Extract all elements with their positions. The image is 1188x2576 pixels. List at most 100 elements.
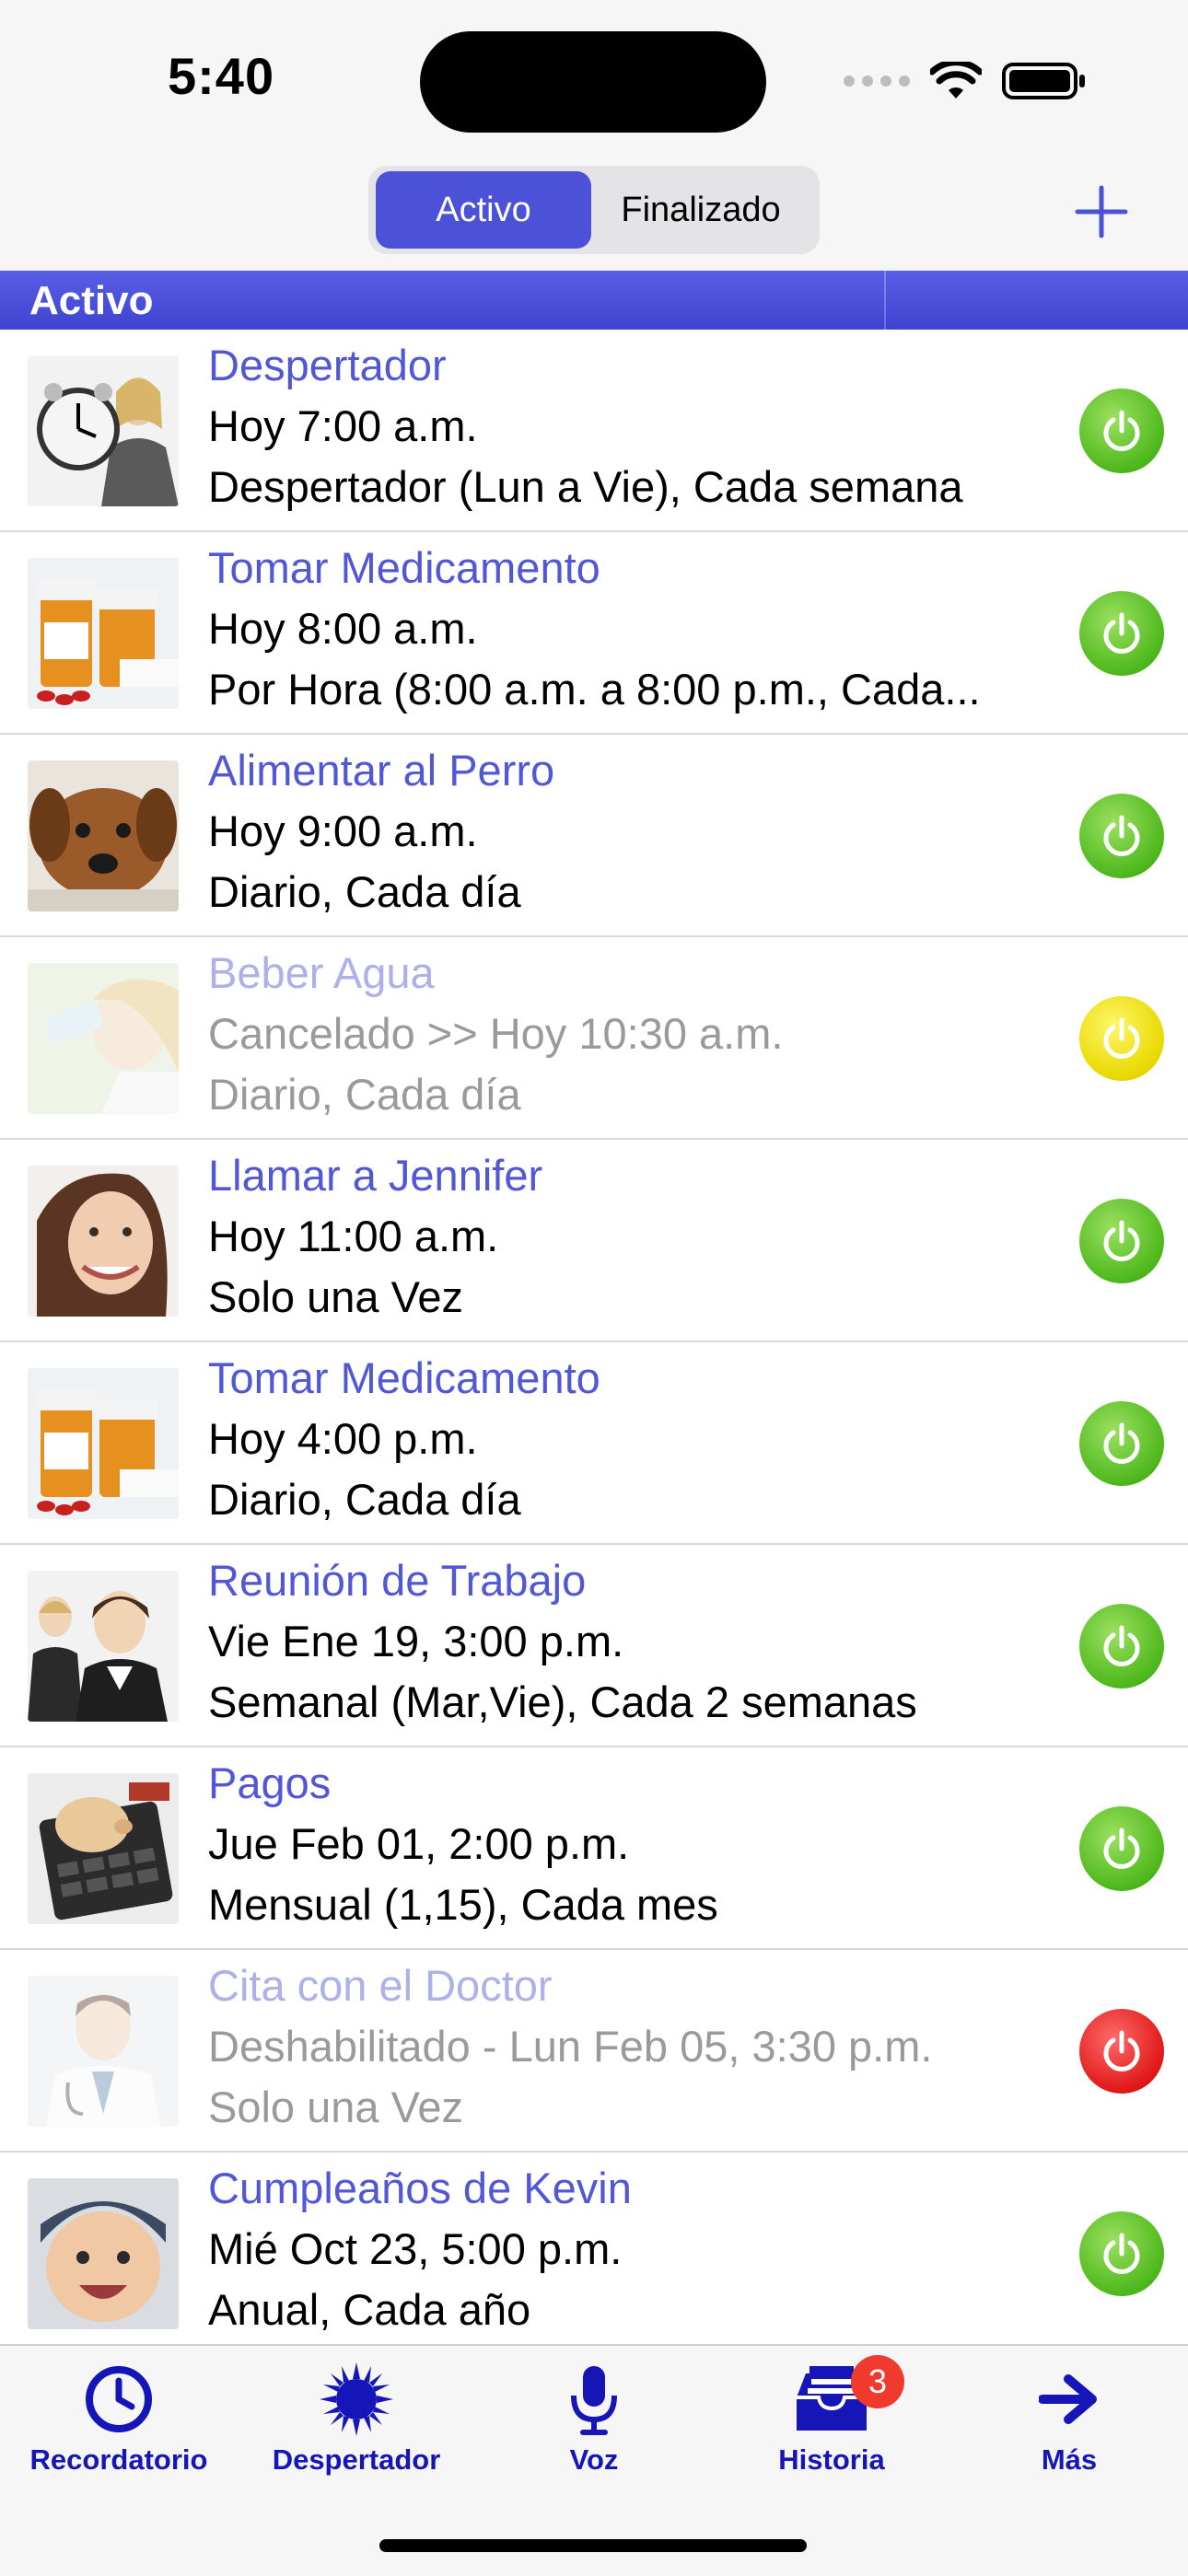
battery-icon	[1002, 63, 1085, 99]
cellular-signal-icon	[844, 75, 910, 87]
reminder-repeat: Solo una Vez	[208, 1272, 463, 1321]
doctor-thumbnail	[28, 1976, 179, 2127]
reminder-title: Cumpleaños de Kevin	[208, 2164, 632, 2212]
smiling-woman-thumbnail	[28, 1166, 179, 1317]
section-header: Activo	[0, 271, 1188, 330]
reminder-row[interactable]: Pagos Jue Feb 01, 2:00 p.m. Mensual (1,1…	[0, 1747, 1188, 1950]
power-icon	[1103, 815, 1140, 856]
reminder-row[interactable]: Cumpleaños de Kevin Mié Oct 23, 5:00 p.m…	[0, 2152, 1188, 2355]
status-time: 5:40	[168, 47, 275, 105]
reminder-repeat: Diario, Cada día	[208, 867, 521, 916]
reminder-repeat: Mensual (1,15), Cada mes	[208, 1880, 718, 1929]
reminder-repeat: Semanal (Mar,Vie), Cada 2 semanas	[208, 1677, 917, 1726]
plus-icon	[1075, 185, 1128, 238]
power-toggle-button[interactable]	[1079, 389, 1164, 473]
navigation-bar: Activo Finalizado	[0, 157, 1188, 271]
reminder-time: Hoy 8:00 a.m.	[208, 604, 478, 653]
dynamic-island	[420, 31, 766, 133]
baby-thumbnail	[28, 2178, 179, 2329]
power-toggle-button[interactable]	[1079, 1806, 1164, 1891]
reminder-time: Hoy 9:00 a.m.	[208, 806, 478, 855]
reminder-time: Deshabilitado - Lun Feb 05, 3:30 p.m.	[208, 2022, 933, 2071]
home-indicator	[379, 2539, 807, 2552]
status-bar: 5:40	[0, 0, 1188, 157]
power-icon	[1103, 1220, 1140, 1261]
segment-activo[interactable]: Activo	[376, 171, 591, 249]
tab-recordatorio[interactable]: Recordatorio	[0, 2362, 238, 2477]
power-toggle-button[interactable]	[1079, 1604, 1164, 1688]
tab-label: Historia	[778, 2443, 885, 2476]
power-icon	[1103, 410, 1140, 451]
reminder-text: Reunión de Trabajo Vie Ene 19, 3:00 p.m.…	[208, 1550, 1037, 1733]
sun-icon	[320, 2362, 393, 2436]
reminder-text: Cumpleaños de Kevin Mié Oct 23, 5:00 p.m…	[208, 2158, 1037, 2340]
reminder-row[interactable]: Tomar Medicamento Hoy 4:00 p.m. Diario, …	[0, 1342, 1188, 1545]
reminder-repeat: Despertador (Lun a Vie), Cada semana	[208, 462, 963, 511]
reminder-title: Tomar Medicamento	[208, 543, 600, 592]
dog-thumbnail	[28, 760, 179, 911]
reminder-title: Beber Agua	[208, 948, 435, 997]
power-toggle-button[interactable]	[1079, 2211, 1164, 2296]
power-icon	[1103, 2030, 1140, 2071]
tab-label: Despertador	[272, 2443, 441, 2476]
power-toggle-button[interactable]	[1079, 2009, 1164, 2094]
reminder-repeat: Por Hora (8:00 a.m. a 8:00 p.m., Cada...	[208, 665, 981, 714]
reminder-title: Cita con el Doctor	[208, 1961, 553, 2010]
pill-bottles-thumbnail	[28, 558, 179, 709]
reminder-row[interactable]: Reunión de Trabajo Vie Ene 19, 3:00 p.m.…	[0, 1545, 1188, 1747]
power-toggle-button[interactable]	[1079, 1401, 1164, 1486]
reminder-text: Llamar a Jennifer Hoy 11:00 a.m. Solo un…	[208, 1145, 1037, 1328]
status-icons	[844, 61, 1087, 101]
power-toggle-button[interactable]	[1079, 591, 1164, 676]
tab-mas[interactable]: Más	[950, 2362, 1188, 2477]
section-title: Activo	[29, 278, 154, 323]
power-icon	[1103, 2233, 1140, 2274]
business-team-thumbnail	[28, 1571, 179, 1722]
tab-label: Más	[1041, 2443, 1098, 2476]
reminder-repeat: Solo una Vez	[208, 2083, 463, 2131]
pill-bottles-thumbnail	[28, 1368, 179, 1519]
reminder-title: Alimentar al Perro	[208, 746, 555, 795]
reminder-time: Vie Ene 19, 3:00 p.m.	[208, 1617, 624, 1665]
reminder-title: Tomar Medicamento	[208, 1353, 600, 1402]
tab-historia[interactable]: 3 Historia	[713, 2355, 950, 2477]
segment-finalizado[interactable]: Finalizado	[593, 171, 809, 249]
reminder-repeat: Anual, Cada año	[208, 2285, 531, 2334]
tab-despertador[interactable]: Despertador	[238, 2362, 475, 2477]
add-reminder-button[interactable]	[1068, 179, 1135, 245]
reminder-text: Cita con el Doctor Deshabilitado - Lun F…	[208, 1955, 1037, 2138]
power-toggle-button[interactable]	[1079, 1199, 1164, 1283]
power-icon	[1103, 1625, 1140, 1666]
section-divider	[884, 271, 886, 330]
reminder-time: Hoy 4:00 p.m.	[208, 1414, 478, 1463]
power-toggle-button[interactable]	[1079, 794, 1164, 878]
reminder-row[interactable]: Alimentar al Perro Hoy 9:00 a.m. Diario,…	[0, 735, 1188, 937]
reminder-text: Beber Agua Cancelado >> Hoy 10:30 a.m. D…	[208, 943, 1037, 1125]
reminder-row[interactable]: Despertador Hoy 7:00 a.m. Despertador (L…	[0, 330, 1188, 532]
reminder-row[interactable]: Beber Agua Cancelado >> Hoy 10:30 a.m. D…	[0, 937, 1188, 1140]
reminder-repeat: Diario, Cada día	[208, 1070, 521, 1119]
reminder-time: Hoy 11:00 a.m.	[208, 1212, 499, 1260]
reminder-time: Cancelado >> Hoy 10:30 a.m.	[208, 1009, 784, 1058]
reminder-row[interactable]: Tomar Medicamento Hoy 8:00 a.m. Por Hora…	[0, 532, 1188, 735]
reminder-text: Pagos Jue Feb 01, 2:00 p.m. Mensual (1,1…	[208, 1753, 1037, 1935]
reminder-text: Despertador Hoy 7:00 a.m. Despertador (L…	[208, 335, 1037, 517]
woman-drinking-water-thumbnail	[28, 963, 179, 1114]
status-segmented-control: Activo Finalizado	[368, 166, 820, 254]
clock-icon	[86, 2366, 152, 2432]
reminder-row[interactable]: Cita con el Doctor Deshabilitado - Lun F…	[0, 1950, 1188, 2152]
power-toggle-button[interactable]	[1079, 996, 1164, 1081]
tab-voz[interactable]: Voz	[475, 2362, 713, 2477]
woman-with-clock-thumbnail	[28, 355, 179, 506]
reminder-row[interactable]: Llamar a Jennifer Hoy 11:00 a.m. Solo un…	[0, 1140, 1188, 1342]
power-icon	[1103, 1422, 1140, 1464]
reminder-repeat: Diario, Cada día	[208, 1475, 521, 1524]
wifi-icon	[930, 62, 982, 99]
reminder-time: Mié Oct 23, 5:00 p.m.	[208, 2224, 623, 2273]
arrow-right-icon	[1039, 2374, 1097, 2424]
tab-label: Voz	[569, 2443, 619, 2476]
reminder-title: Reunión de Trabajo	[208, 1556, 587, 1605]
reminder-list: Despertador Hoy 7:00 a.m. Despertador (L…	[0, 330, 1188, 2355]
reminder-text: Alimentar al Perro Hoy 9:00 a.m. Diario,…	[208, 740, 1037, 922]
reminder-title: Despertador	[208, 341, 447, 389]
